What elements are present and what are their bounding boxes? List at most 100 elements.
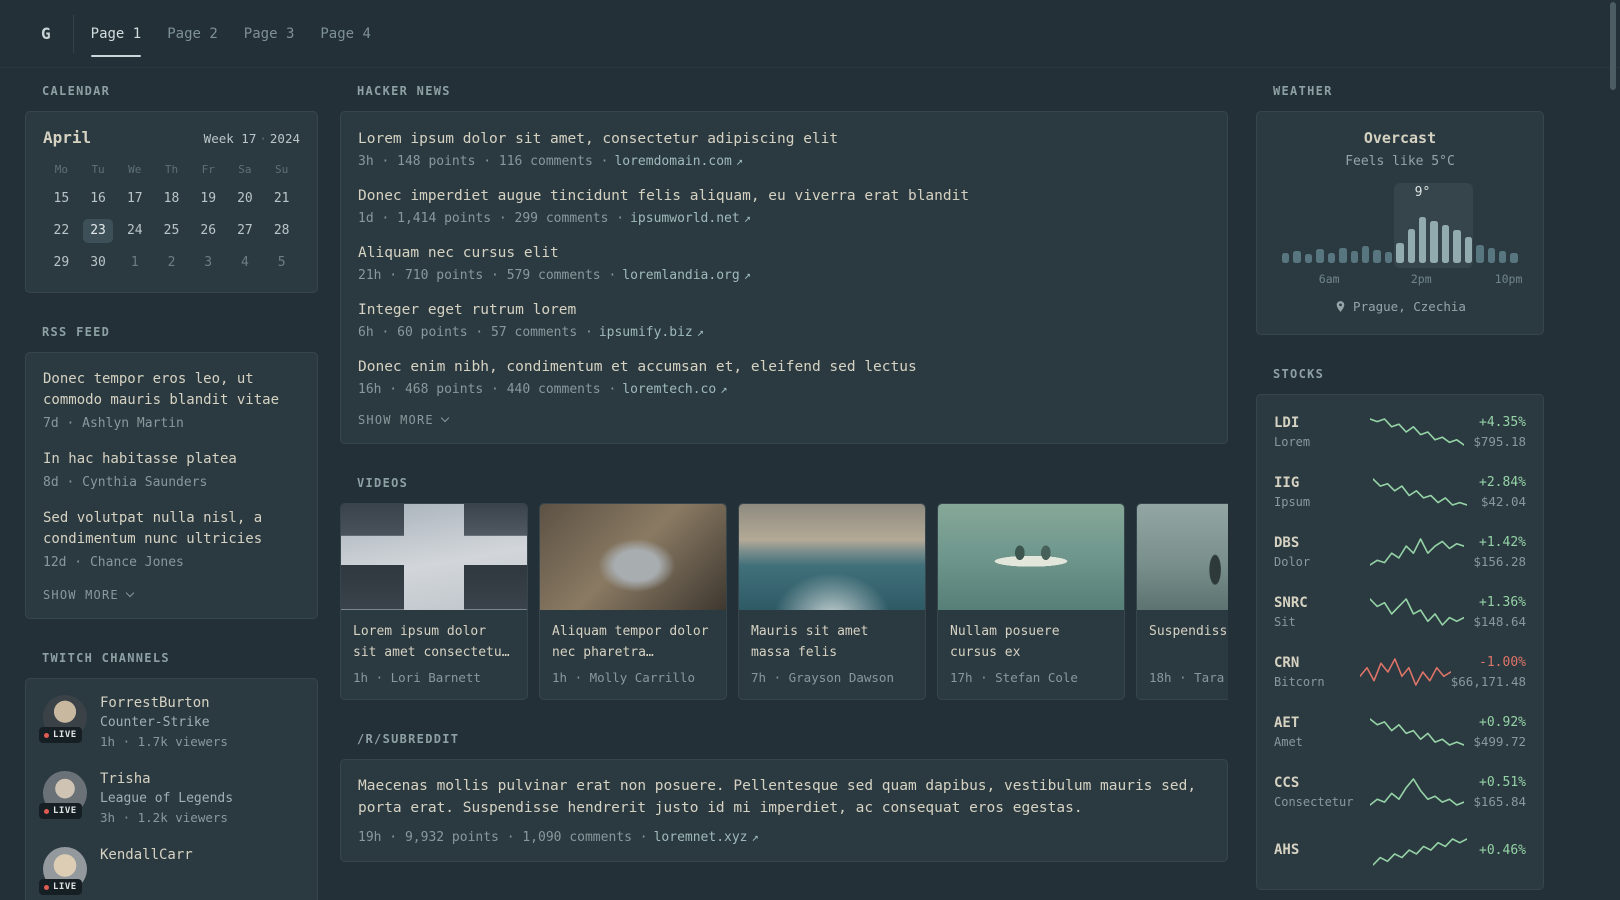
hn-story: Donec imperdiet augue tincidunt felis al… [358, 185, 1210, 226]
stock-identity: SNRC Sit [1274, 595, 1360, 629]
page-tab[interactable]: Page 2 [154, 0, 231, 67]
stock-row[interactable]: CRN Bitcorn -1.00% $66,171.48 [1274, 642, 1526, 702]
calendar-header: April Week 17 · 2024 [43, 128, 300, 147]
video-card[interactable]: Nullam posuere cursus ex 17h · Stefan Co… [937, 503, 1125, 700]
hn-domain-link[interactable]: ipsumworld.net ↗ [630, 211, 751, 226]
stock-change: -1.00% [1479, 655, 1526, 670]
videos-row: Lorem ipsum dolor sit amet consectetu… 1… [340, 503, 1228, 700]
stock-sparkline [1372, 478, 1467, 506]
stock-figures: +1.36% $148.64 [1473, 595, 1526, 629]
stock-price: $42.04 [1480, 494, 1526, 509]
channel-game[interactable]: League of Legends [100, 791, 233, 806]
stock-name: Consectetur [1274, 795, 1354, 809]
stock-row[interactable]: CCS Consectetur +0.51% $165.84 [1274, 762, 1526, 822]
stock-sparkline [1369, 778, 1464, 806]
hn-meta-text: 6h · 60 points · 57 comments · [358, 325, 593, 340]
stock-identity: DBS Dolor [1274, 535, 1360, 569]
stock-row[interactable]: SNRC Sit +1.36% $148.64 [1274, 582, 1526, 642]
subreddit-domain-link[interactable]: loremnet.xyz ↗ [654, 830, 759, 845]
twitch-channel-row[interactable]: LIVE ForrestBurton Counter-Strike 1h · 1… [39, 695, 300, 749]
hn-story-title[interactable]: Integer eget rutrum lorem [358, 299, 1210, 321]
calendar-month: April [43, 128, 92, 147]
external-link-icon: ↗ [735, 154, 744, 168]
hn-story-title[interactable]: Aliquam nec cursus elit [358, 242, 1210, 264]
hn-story-meta: 3h · 148 points · 116 comments · loremdo… [358, 154, 1210, 169]
rss-show-more-button[interactable]: SHOW MORE [43, 588, 300, 602]
weather-bar [1510, 253, 1518, 263]
calendar-day: 24 [126, 223, 143, 238]
stock-identity: LDI Lorem [1274, 415, 1360, 449]
video-title[interactable]: Suspendisse diam [1149, 621, 1228, 663]
video-card[interactable]: Lorem ipsum dolor sit amet consectetu… 1… [340, 503, 528, 700]
video-thumbnail[interactable] [938, 504, 1124, 610]
app-logo[interactable]: G [41, 24, 51, 43]
hackernews-show-more-button[interactable]: SHOW MORE [358, 413, 1210, 427]
calendar-weekday: Su [275, 163, 289, 176]
channel-viewers-meta: 3h · 1.2k viewers [100, 810, 228, 825]
channel-avatar: LIVE [39, 771, 87, 819]
page-tab[interactable]: Page 4 [307, 0, 384, 67]
channel-name[interactable]: Trisha [100, 771, 233, 787]
stock-symbol: CCS [1274, 775, 1300, 791]
weather-ticks: 6am 2pm 10pm [1282, 272, 1523, 286]
live-label: LIVE [53, 806, 77, 816]
twitch-channel-row[interactable]: LIVE Trisha League of Legends 3h · 1.2k … [39, 771, 300, 825]
calendar-section-title: CALENDAR [42, 84, 111, 98]
page-tab[interactable]: Page 3 [231, 0, 308, 67]
weather-bar [1441, 225, 1450, 263]
stock-row[interactable]: AET Amet +0.92% $499.72 [1274, 702, 1526, 762]
hn-domain-link[interactable]: loremdomain.com ↗ [614, 154, 743, 169]
stock-symbol: IIG [1274, 475, 1300, 491]
calendar-day: 25 [163, 223, 180, 238]
hn-domain-link[interactable]: loremlandia.org ↗ [622, 268, 751, 283]
video-title[interactable]: Aliquam tempor dolor nec pharetra… [552, 621, 714, 663]
calendar-day: 22 [53, 223, 70, 238]
subreddit-post-title[interactable]: Maecenas mollis pulvinar erat non posuer… [358, 776, 1210, 819]
show-more-label: SHOW MORE [358, 413, 434, 427]
hn-story-title[interactable]: Donec enim nibh, condimentum et accumsan… [358, 356, 1210, 378]
stock-symbol: SNRC [1274, 595, 1308, 611]
video-title[interactable]: Mauris sit amet massa felis [751, 621, 913, 663]
video-card[interactable]: Aliquam tempor dolor nec pharetra… 1h · … [539, 503, 727, 700]
hn-story-title[interactable]: Donec imperdiet augue tincidunt felis al… [358, 185, 1210, 207]
stock-identity: IIG Ipsum [1274, 475, 1360, 509]
hn-domain-link[interactable]: loremtech.co ↗ [622, 382, 727, 397]
rss-item-title[interactable]: Donec tempor eros leo, ut commodo mauris… [43, 369, 300, 411]
channel-name[interactable]: ForrestBurton [100, 695, 228, 711]
page-tab[interactable]: Page 1 [78, 0, 155, 67]
video-thumbnail[interactable] [739, 504, 925, 610]
live-badge: LIVE [39, 803, 82, 819]
hn-story-title[interactable]: Lorem ipsum dolor sit amet, consectetur … [358, 128, 1210, 150]
stock-row[interactable]: LDI Lorem +4.35% $795.18 [1274, 402, 1526, 462]
weather-bar [1453, 230, 1461, 263]
video-card[interactable]: Suspendisse diam 18h · Tara [1136, 503, 1228, 700]
video-card[interactable]: Mauris sit amet massa felis 7h · Grayson… [738, 503, 926, 700]
stock-row[interactable]: DBS Dolor +1.42% $156.28 [1274, 522, 1526, 582]
stock-row[interactable]: IIG Ipsum +2.84% $42.04 [1274, 462, 1526, 522]
weather-bar [1316, 249, 1324, 263]
stock-change: +1.42% [1479, 535, 1526, 550]
dashboard-columns: CALENDAR April Week 17 · 2024 Mo Tu We Th Fr Sa… [0, 68, 1620, 900]
rss-item-title[interactable]: Sed volutpat nulla nisl, a condimentum n… [43, 508, 300, 550]
stock-price: $165.84 [1473, 794, 1526, 809]
video-title[interactable]: Nullam posuere cursus ex [950, 621, 1112, 663]
channel-name[interactable]: KendallCarr [100, 847, 193, 863]
channel-game[interactable]: Counter-Strike [100, 715, 228, 730]
stock-change: +0.92% [1479, 715, 1526, 730]
stock-row[interactable]: AHS +0.46% [1274, 822, 1526, 882]
video-thumbnail[interactable] [540, 504, 726, 610]
channel-info: Trisha League of Legends 3h · 1.2k viewe… [100, 771, 233, 825]
rss-item-title[interactable]: In hac habitasse platea [43, 449, 300, 470]
video-thumbnail[interactable] [1137, 504, 1228, 610]
hn-domain-link[interactable]: ipsumify.biz ↗ [599, 325, 704, 340]
twitch-channel-row[interactable]: LIVE KendallCarr [39, 847, 300, 895]
scrollbar-thumb[interactable] [1610, 2, 1616, 90]
rss-item-meta: 8d · Cynthia Saunders [43, 475, 208, 490]
video-title[interactable]: Lorem ipsum dolor sit amet consectetu… [353, 621, 515, 663]
stock-symbol: CRN [1274, 655, 1300, 671]
video-thumbnail[interactable] [341, 504, 527, 610]
weather-location: Prague, Czechia [1274, 299, 1526, 314]
calendar-weekday: Mo [54, 163, 68, 176]
twitch-widget: TWITCH CHANNELS LIVE ForrestBurton Count… [25, 651, 318, 900]
subreddit-post-meta: 19h · 9,932 points · 1,090 comments · lo… [358, 830, 1210, 845]
